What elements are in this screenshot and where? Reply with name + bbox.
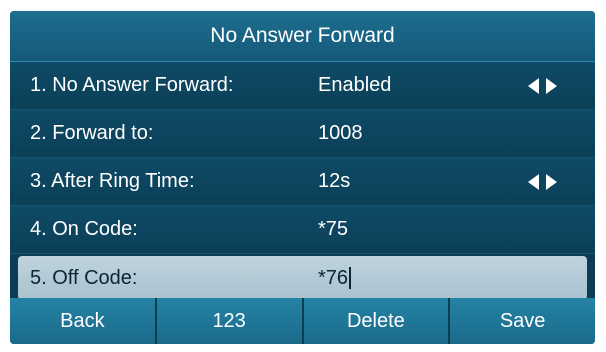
delete-button[interactable]: Delete: [303, 298, 451, 344]
input-text: *76: [318, 266, 349, 289]
row-forward-to[interactable]: 2. Forward to: 1008: [10, 110, 595, 158]
phone-screen: No Answer Forward 1. No Answer Forward: …: [10, 11, 595, 344]
row-no-answer-forward[interactable]: 1. No Answer Forward: Enabled: [10, 62, 595, 110]
option-arrows: [528, 158, 557, 205]
option-arrows: [528, 62, 557, 109]
arrow-right-icon[interactable]: [546, 173, 557, 190]
row-label: 1. No Answer Forward:: [30, 74, 234, 96]
arrow-left-icon[interactable]: [528, 77, 539, 94]
row-label: 3. After Ring Time:: [30, 170, 195, 192]
back-button[interactable]: Back: [10, 298, 157, 344]
row-off-code[interactable]: 5. Off Code: *76: [18, 256, 587, 300]
text-cursor: [349, 267, 352, 289]
row-value: *75: [318, 218, 349, 240]
row-after-ring-time[interactable]: 3. After Ring Time: 12s: [10, 158, 595, 206]
row-label: 5. Off Code:: [30, 266, 138, 289]
row-value: 1008: [318, 122, 363, 144]
off-code-input[interactable]: *76: [318, 256, 352, 300]
arrow-left-icon[interactable]: [528, 173, 539, 190]
row-value: 12s: [318, 170, 351, 192]
settings-list: 1. No Answer Forward: Enabled 2. Forward…: [10, 62, 595, 300]
screen-title: No Answer Forward: [10, 11, 595, 62]
softkey-bar: Back 123 Delete Save: [10, 298, 595, 344]
input-mode-button[interactable]: 123: [156, 298, 304, 344]
row-label: 2. Forward to:: [30, 122, 154, 144]
save-button[interactable]: Save: [450, 298, 595, 344]
row-label: 4. On Code:: [30, 218, 138, 240]
row-on-code[interactable]: 4. On Code: *75: [10, 206, 595, 254]
arrow-right-icon[interactable]: [546, 77, 557, 94]
row-value: Enabled: [318, 74, 392, 96]
